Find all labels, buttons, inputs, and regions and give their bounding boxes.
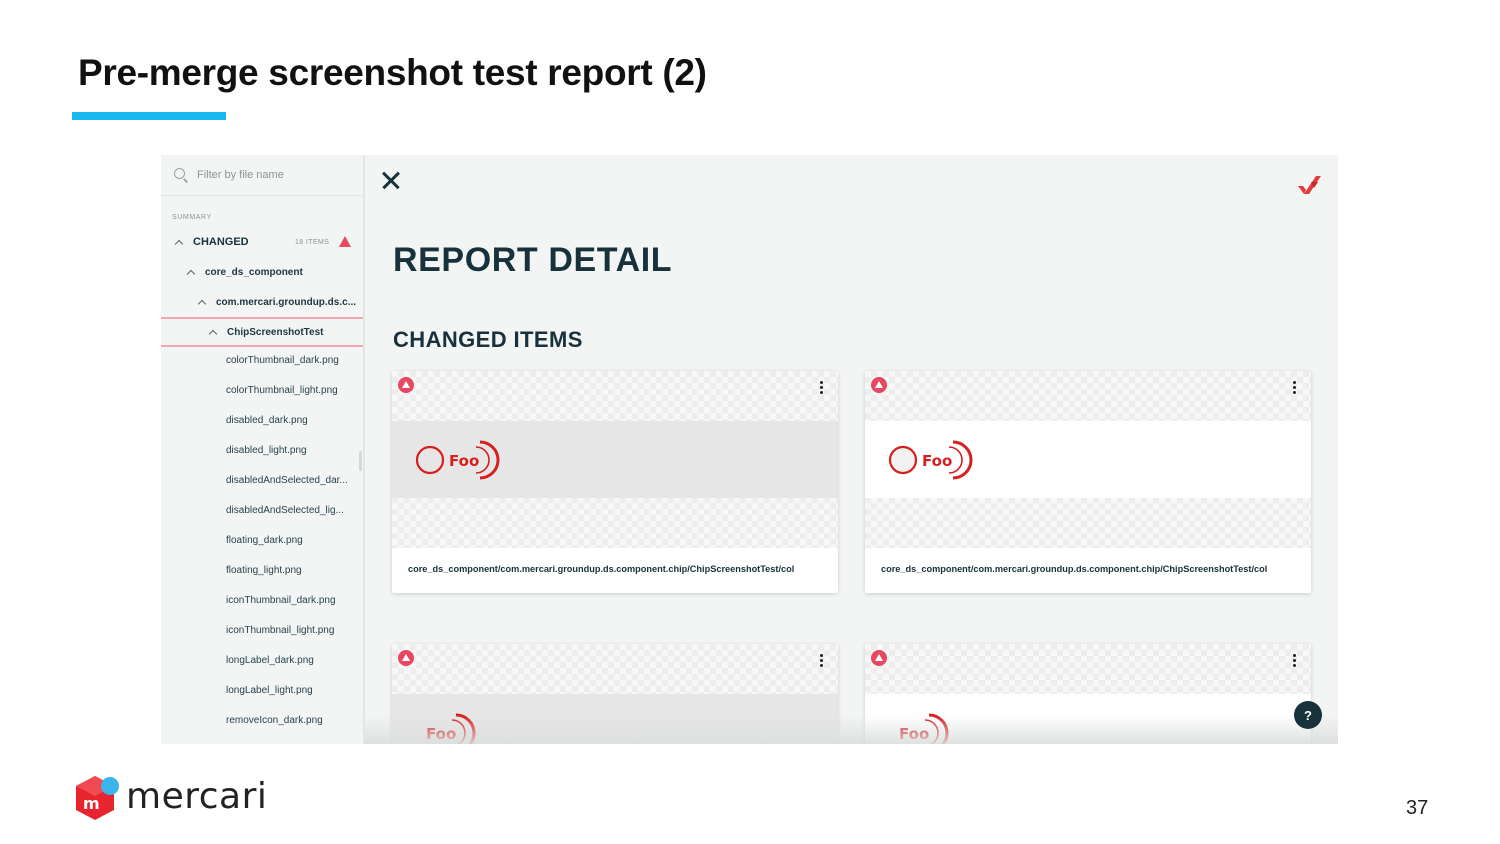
tree-changed[interactable]: CHANGED 18 ITEMS — [161, 227, 363, 257]
help-button[interactable]: ? — [1294, 701, 1322, 729]
changed-item-card[interactable]: Foo — [392, 644, 838, 744]
screenshot-preview[interactable]: Foo — [392, 371, 838, 548]
chip-preview-band: Foo — [865, 421, 1311, 498]
warning-badge-icon — [398, 650, 414, 666]
chip-image: Foo — [415, 440, 500, 480]
summary-label: SUMMARY — [172, 214, 212, 221]
warning-badge-icon — [398, 377, 414, 393]
title-underline — [72, 112, 226, 120]
svg-text:m: m — [83, 794, 100, 813]
warning-badge-icon — [871, 377, 887, 393]
chip-preview-band: Foo — [392, 421, 838, 498]
tree-module[interactable]: core_ds_component — [161, 257, 363, 287]
file-item[interactable]: floating_light.png — [226, 565, 302, 576]
chevron-up-icon — [197, 299, 207, 309]
more-vert-icon[interactable] — [818, 380, 826, 396]
tree-test-class-label: ChipScreenshotTest — [227, 326, 324, 338]
chevron-up-icon — [174, 239, 184, 249]
search-icon — [174, 168, 185, 179]
chevron-up-icon — [186, 269, 196, 279]
item-path: core_ds_component/com.mercari.groundup.d… — [408, 564, 795, 574]
file-item[interactable]: disabledAndSelected_dar... — [226, 475, 348, 486]
chevron-up-icon — [208, 329, 218, 339]
chip-image: Foo — [888, 440, 973, 480]
file-item[interactable]: colorThumbnail_dark.png — [226, 355, 339, 366]
chip-image: Foo — [426, 713, 476, 744]
screenshot-preview[interactable]: Foo — [865, 371, 1311, 548]
file-item[interactable]: removeIcon_dark.png — [226, 715, 323, 726]
warning-badge-icon — [871, 650, 887, 666]
changed-label: CHANGED — [193, 236, 249, 248]
svg-text:Foo: Foo — [449, 452, 479, 470]
tree-package-label: com.mercari.groundup.ds.c... — [216, 296, 357, 308]
more-vert-icon[interactable] — [1291, 653, 1299, 669]
reg-suit-logo-icon — [1298, 176, 1321, 194]
warning-icon — [339, 236, 351, 247]
section-title: CHANGED ITEMS — [393, 327, 583, 352]
svg-text:Foo: Foo — [426, 725, 456, 743]
changed-item-card[interactable]: Foo — [865, 644, 1311, 744]
chip-preview-band: Foo — [865, 694, 1311, 744]
chip-preview-band: Foo — [392, 694, 838, 744]
screenshot-frame: SUMMARY CHANGED 18 ITEMS core_ds_compone… — [161, 155, 1338, 744]
file-item[interactable]: disabled_light.png — [226, 445, 307, 456]
filter-bar — [161, 155, 363, 196]
file-item[interactable]: longLabel_light.png — [226, 685, 313, 696]
mercari-logo-icon: m — [76, 776, 119, 820]
changed-item-card[interactable]: Foo core_ds_component/com.mercari.ground… — [392, 371, 838, 593]
file-item[interactable]: floating_dark.png — [226, 535, 303, 546]
close-icon[interactable] — [379, 169, 403, 193]
page-number: 37 — [1406, 797, 1429, 819]
file-item[interactable]: disabled_dark.png — [226, 415, 308, 426]
report-title: REPORT DETAIL — [393, 241, 673, 279]
changed-item-card[interactable]: Foo core_ds_component/com.mercari.ground… — [865, 371, 1311, 593]
changed-count: 18 ITEMS — [295, 238, 330, 246]
screenshot-preview[interactable]: Foo — [392, 644, 838, 744]
svg-text:Foo: Foo — [899, 725, 929, 743]
sidebar-scrollbar[interactable] — [359, 451, 362, 471]
tree-module-label: core_ds_component — [205, 266, 303, 278]
file-item[interactable]: longLabel_dark.png — [226, 655, 314, 666]
slide-title: Pre-merge screenshot test report (2) — [78, 52, 707, 93]
tree-test-class[interactable]: ChipScreenshotTest — [161, 317, 363, 347]
sidebar: SUMMARY CHANGED 18 ITEMS core_ds_compone… — [161, 155, 365, 744]
file-item[interactable]: iconThumbnail_dark.png — [226, 595, 336, 606]
item-path: core_ds_component/com.mercari.groundup.d… — [881, 564, 1268, 574]
more-vert-icon[interactable] — [818, 653, 826, 669]
file-item[interactable]: disabledAndSelected_lig... — [226, 505, 344, 516]
more-vert-icon[interactable] — [1291, 380, 1299, 396]
brand-wordmark: mercari — [126, 776, 268, 817]
tree-package[interactable]: com.mercari.groundup.ds.c... — [161, 287, 363, 317]
file-item[interactable]: iconThumbnail_light.png — [226, 625, 334, 636]
file-item[interactable]: colorThumbnail_light.png — [226, 385, 338, 396]
filter-input[interactable] — [197, 167, 357, 183]
chip-image: Foo — [899, 713, 949, 744]
svg-text:Foo: Foo — [922, 452, 952, 470]
report-main: REPORT DETAIL CHANGED ITEMS Foo core_ds_… — [365, 155, 1338, 744]
screenshot-preview[interactable]: Foo — [865, 644, 1311, 744]
